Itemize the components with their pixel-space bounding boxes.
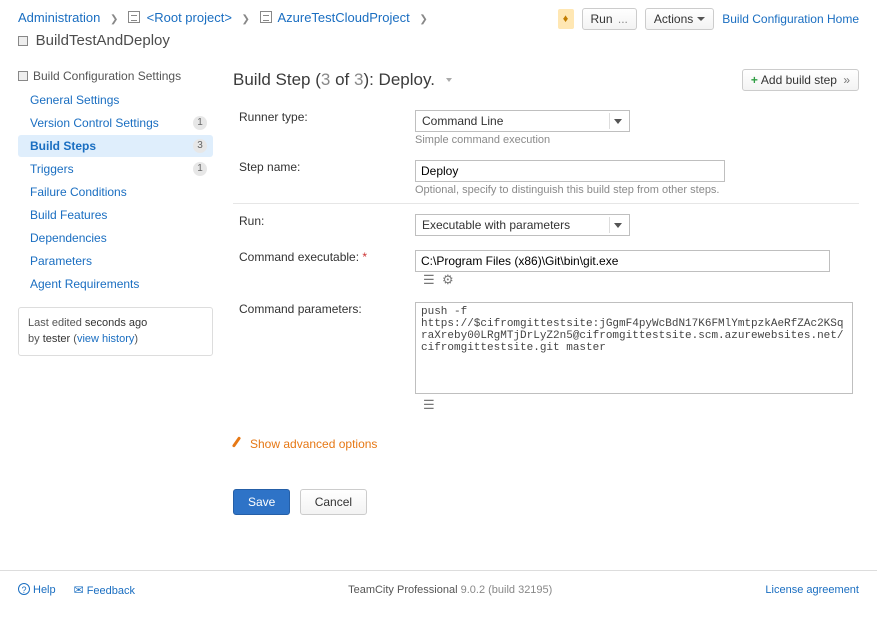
config-icon: [18, 71, 28, 81]
step-dropdown-icon[interactable]: [446, 78, 452, 82]
save-button[interactable]: Save: [233, 489, 290, 515]
chevron-right-icon: ❯: [110, 14, 118, 25]
breadcrumb: Administration ❯ <Root project> ❯ AzureT…: [18, 8, 434, 53]
breadcrumb-config: BuildTestAndDeploy: [36, 32, 170, 49]
config-icon: [18, 36, 28, 46]
sidebar-item-failure[interactable]: Failure Conditions: [18, 181, 213, 203]
show-advanced-link[interactable]: Show advanced options: [233, 437, 377, 451]
command-parameters-label: Command parameters:: [233, 295, 409, 420]
page-title: Build Step (3 of 3): Deploy.: [233, 70, 452, 90]
feedback-link[interactable]: ✉Feedback: [74, 583, 135, 597]
project-icon: [128, 11, 140, 23]
breadcrumb-project[interactable]: AzureTestCloudProject: [277, 10, 409, 25]
breadcrumb-admin[interactable]: Administration: [18, 10, 100, 25]
dropdown-arrow-icon: [609, 113, 625, 129]
runner-type-hint: Simple command execution: [415, 134, 853, 146]
command-executable-label: Command executable: *: [233, 243, 409, 295]
caret-down-icon: [697, 17, 705, 21]
project-icon: [260, 11, 272, 23]
count-badge: 1: [193, 162, 207, 176]
footer-version: TeamCity Professional 9.0.2 (build 32195…: [348, 584, 552, 596]
sidebar-item-dependencies[interactable]: Dependencies: [18, 227, 213, 249]
runner-type-select[interactable]: Command Line: [415, 110, 630, 132]
license-link[interactable]: License agreement: [765, 584, 859, 596]
tree-picker-icon[interactable]: ⚙: [442, 272, 454, 287]
add-build-step-button[interactable]: +Add build step »: [742, 69, 859, 91]
last-edited-box: Last edited seconds ago by tester (view …: [18, 307, 213, 356]
run-button[interactable]: Run ...: [582, 8, 637, 30]
sidebar-item-vcs[interactable]: Version Control Settings1: [18, 112, 213, 134]
copy-icon[interactable]: ☰: [423, 272, 435, 287]
mail-icon: ✉: [74, 583, 84, 597]
command-parameters-input[interactable]: [415, 302, 853, 394]
dropdown-arrow-icon: [609, 217, 625, 233]
command-executable-input[interactable]: [415, 250, 830, 272]
count-badge: 3: [193, 139, 207, 153]
step-name-input[interactable]: [415, 160, 725, 182]
sidebar-item-parameters[interactable]: Parameters: [18, 250, 213, 272]
view-history-link[interactable]: view history: [77, 333, 134, 345]
wrench-icon: [233, 436, 245, 448]
sidebar-item-general[interactable]: General Settings: [18, 89, 213, 111]
plus-icon: +: [751, 73, 758, 87]
build-config-home-link[interactable]: Build Configuration Home: [722, 12, 859, 26]
breadcrumb-root[interactable]: <Root project>: [147, 10, 232, 25]
sidebar-item-agent-req[interactable]: Agent Requirements: [18, 273, 213, 295]
sidebar-heading: Build Configuration Settings: [18, 69, 213, 83]
step-name-hint: Optional, specify to distinguish this bu…: [415, 184, 853, 196]
run-mode-select[interactable]: Executable with parameters: [415, 214, 630, 236]
step-name-label: Step name:: [233, 153, 409, 204]
runner-type-label: Runner type:: [233, 103, 409, 153]
sidebar-item-triggers[interactable]: Triggers1: [18, 158, 213, 180]
run-options-icon[interactable]: ...: [618, 12, 628, 26]
chevron-right-icon: ❯: [419, 14, 427, 25]
actions-button[interactable]: Actions: [645, 8, 714, 30]
cancel-button[interactable]: Cancel: [300, 489, 367, 515]
help-icon: ?: [18, 583, 30, 595]
sidebar-item-build-steps[interactable]: Build Steps3: [18, 135, 213, 157]
count-badge: 1: [193, 116, 207, 130]
sidebar-item-features[interactable]: Build Features: [18, 204, 213, 226]
run-mode-label: Run:: [233, 203, 409, 243]
hint-bulb-icon[interactable]: ♦: [558, 9, 574, 29]
chevron-right-icon: »: [840, 73, 850, 87]
chevron-right-icon: ❯: [242, 14, 250, 25]
copy-icon[interactable]: ☰: [423, 397, 435, 412]
help-link[interactable]: ?Help: [18, 583, 56, 596]
